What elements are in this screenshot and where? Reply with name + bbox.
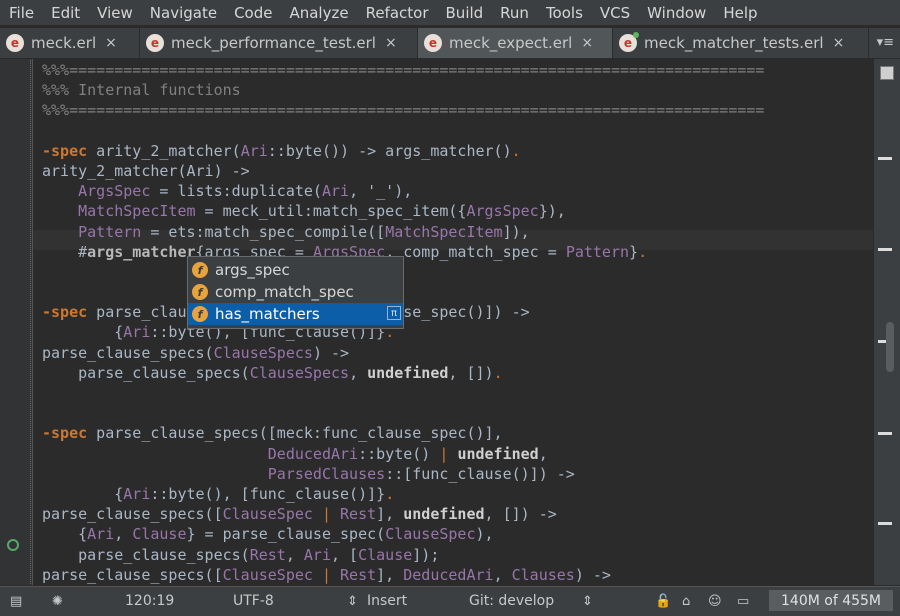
caret-position[interactable]: 120:19 xyxy=(125,593,174,609)
vertical-scrollbar-thumb[interactable] xyxy=(886,322,894,372)
editor-gutter[interactable] xyxy=(0,59,33,585)
stripe-marker[interactable] xyxy=(878,248,892,251)
background-tasks-icon[interactable]: ✺ xyxy=(52,594,63,609)
tab-label: meck_matcher_tests.erl xyxy=(644,34,824,52)
menu-tools[interactable]: Tools xyxy=(537,4,591,22)
tool-windows-icon[interactable]: ▤ xyxy=(10,594,22,609)
updown-icon: ⇕ xyxy=(347,594,358,609)
code-line: MatchSpecItem = meck_util:match_spec_ite… xyxy=(78,202,566,221)
code-editor[interactable]: %%%=====================================… xyxy=(33,59,873,585)
close-icon[interactable]: × xyxy=(385,35,397,51)
menu-view[interactable]: View xyxy=(88,4,141,22)
tab-meck-erl[interactable]: e meck.erl × xyxy=(0,28,140,58)
code-line: %%%=====================================… xyxy=(42,101,765,120)
icon-letter: e xyxy=(623,36,633,50)
code-completion-popup[interactable]: f args_spec f comp_match_spec f has_matc… xyxy=(187,256,404,329)
updown-icon: ⇕ xyxy=(582,594,593,609)
editor-tab-bar: e meck.erl × e meck_performance_test.erl… xyxy=(0,28,900,59)
menu-analyze[interactable]: Analyze xyxy=(280,4,356,22)
close-icon[interactable]: × xyxy=(581,35,593,51)
hector-icon[interactable]: ☺ xyxy=(708,594,722,609)
event-log-icon[interactable]: ▭ xyxy=(737,594,749,609)
erlang-file-icon: e xyxy=(146,34,164,52)
insert-mode[interactable]: Insert xyxy=(367,593,407,609)
code-line: parse_clause_specs([ClauseSpec | Rest], … xyxy=(42,565,611,584)
stripe-marker[interactable] xyxy=(878,432,892,435)
tab-meck-performance-test[interactable]: e meck_performance_test.erl × xyxy=(140,28,418,58)
menu-build[interactable]: Build xyxy=(437,4,492,22)
erlang-file-icon: e xyxy=(6,34,24,52)
status-bar: ▤ ✺ 120:19 UTF-8 ⇕ Insert Git: develop ⇕… xyxy=(0,586,900,616)
close-icon[interactable]: × xyxy=(833,35,845,51)
code-line: %%% Internal functions xyxy=(42,81,241,100)
completion-item[interactable]: f comp_match_spec xyxy=(188,281,403,303)
erlang-test-file-icon: e xyxy=(619,32,639,52)
code-line: DeducedAri::byte() | undefined, xyxy=(267,444,548,463)
completion-item-selected[interactable]: f has_matchers π xyxy=(188,303,403,325)
run-marker-icon[interactable] xyxy=(7,539,19,551)
code-line: Pattern = ets:match_spec_compile([MatchS… xyxy=(78,222,530,241)
completion-label: args_spec xyxy=(215,261,290,279)
completion-label: comp_match_spec xyxy=(215,283,354,301)
code-line: arity_2_matcher(Ari) -> xyxy=(42,161,250,180)
inspection-status-icon[interactable] xyxy=(880,66,894,80)
tab-label: meck_expect.erl xyxy=(449,34,573,52)
code-line: -spec arity_2_matcher(Ari::byte()) -> ar… xyxy=(42,141,521,160)
erlang-file-icon: e xyxy=(424,34,442,52)
stripe-marker[interactable] xyxy=(878,522,892,525)
menu-file[interactable]: File xyxy=(0,4,42,22)
code-line: {Ari, Clause} = parse_clause_spec(Clause… xyxy=(42,525,494,544)
field-icon: f xyxy=(192,306,208,322)
code-line: ArgsSpec = lists:duplicate(Ari, '_'), xyxy=(78,182,413,201)
memory-indicator[interactable]: 140M of 455M xyxy=(769,590,893,611)
code-line: parse_clause_specs(ClauseSpecs, undefine… xyxy=(42,363,503,382)
test-marker-icon xyxy=(633,32,639,38)
code-line: parse_clause_specs([ClauseSpec | Rest], … xyxy=(42,505,557,524)
tab-label: meck_performance_test.erl xyxy=(171,34,376,52)
menu-run[interactable]: Run xyxy=(491,4,537,22)
code-line: -spec parse_clause_specs([meck:func_clau… xyxy=(42,424,503,443)
menu-refactor[interactable]: Refactor xyxy=(357,4,437,22)
quick-doc-icon[interactable]: π xyxy=(387,306,401,320)
lock-icon[interactable]: 🔓 xyxy=(655,594,671,609)
menu-window[interactable]: Window xyxy=(638,4,714,22)
menu-help[interactable]: Help xyxy=(714,4,765,22)
field-icon: f xyxy=(192,284,208,300)
code-line: parse_clause_specs(ClauseSpecs) -> xyxy=(42,343,350,362)
tab-overflow-icon[interactable]: ▾≡ xyxy=(877,35,894,50)
code-line: parse_clause_specs(Rest, Ari, [Clause]); xyxy=(42,545,440,564)
menu-edit[interactable]: Edit xyxy=(42,4,88,22)
stripe-marker[interactable] xyxy=(878,157,892,160)
completion-label: has_matchers xyxy=(215,305,320,323)
completion-item[interactable]: f args_spec xyxy=(188,259,403,281)
menu-vcs[interactable]: VCS xyxy=(591,4,638,22)
read-only-icon[interactable]: ⌂ xyxy=(682,594,690,609)
tab-label: meck.erl xyxy=(31,34,97,52)
code-line: %%%=====================================… xyxy=(42,61,765,79)
tab-meck-matcher-tests[interactable]: e meck_matcher_tests.erl × xyxy=(613,28,869,58)
code-line: ParsedClauses::[func_clause()]) -> xyxy=(267,464,575,483)
git-branch[interactable]: Git: develop xyxy=(469,593,554,609)
menu-code[interactable]: Code xyxy=(225,4,280,22)
menu-navigate[interactable]: Navigate xyxy=(141,4,225,22)
close-icon[interactable]: × xyxy=(105,35,117,51)
menu-bar: File Edit View Navigate Code Analyze Ref… xyxy=(0,0,900,25)
tab-meck-expect[interactable]: e meck_expect.erl × xyxy=(418,28,613,58)
fold-guide xyxy=(30,60,32,584)
field-icon: f xyxy=(192,262,208,278)
code-line: {Ari::byte(), [func_clause()]}. xyxy=(42,484,395,503)
file-encoding[interactable]: UTF-8 xyxy=(233,593,274,609)
